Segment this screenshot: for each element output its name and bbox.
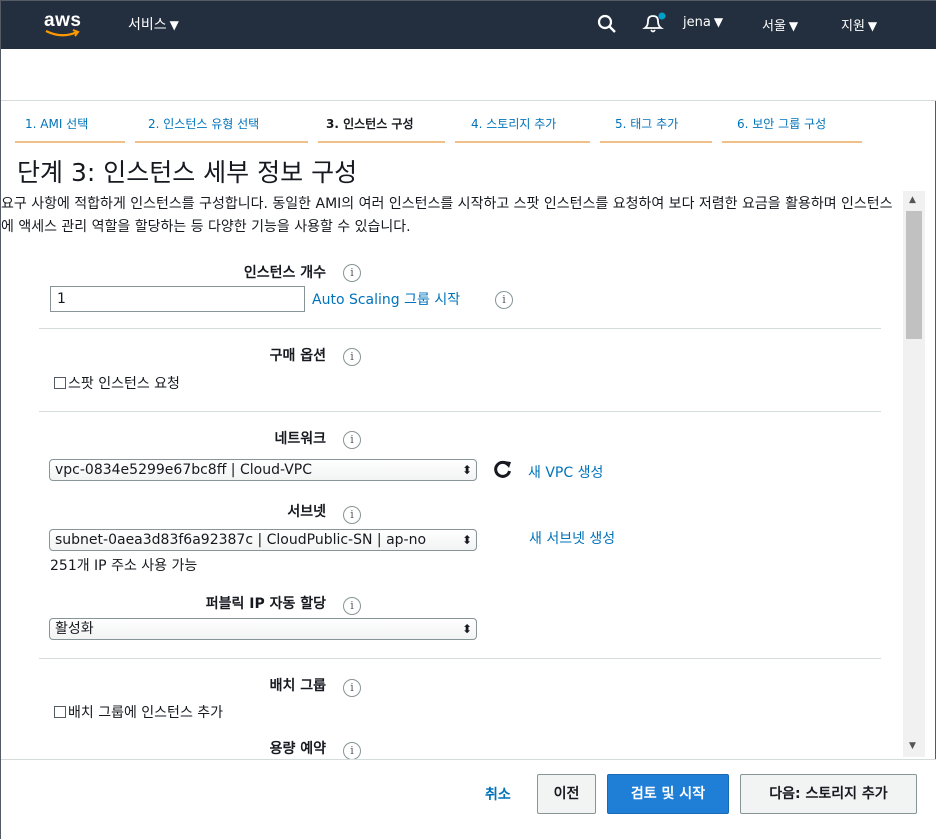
spot-instance-checkbox[interactable]: 스팟 인스턴스 요청 [54, 373, 180, 393]
chevron-down-icon: ▼ [867, 19, 878, 33]
chevron-down-icon: ▼ [788, 19, 799, 33]
cancel-button[interactable]: 취소 [485, 776, 511, 814]
step-instance-type[interactable]: 2. 인스턴스 유형 선택 [148, 115, 259, 132]
region-menu[interactable]: 서울 ▼ [762, 15, 798, 34]
region-name: 서울 [762, 19, 786, 34]
review-and-launch-button[interactable]: 검토 및 시작 [607, 774, 729, 814]
services-menu[interactable]: 서비스 ▼ [128, 14, 179, 34]
refresh-icon[interactable] [493, 459, 513, 479]
services-label: 서비스 [128, 17, 167, 33]
aws-smile-icon [45, 29, 80, 37]
scroll-up-icon[interactable]: ▲ [909, 195, 916, 205]
info-icon[interactable]: i [343, 431, 361, 449]
info-icon[interactable]: i [343, 742, 361, 760]
form-scroll-area: 인스턴스 개수 i 1 Auto Scaling 그룹 시작 i 구매 옵션 i… [1, 251, 901, 761]
aws-logo[interactable]: aws [44, 10, 90, 40]
step-underline [135, 141, 308, 143]
subheader-bar [1, 49, 936, 101]
select-arrows-icon: ⬍ [461, 622, 472, 636]
checkbox[interactable] [54, 706, 66, 718]
chevron-down-icon: ▼ [169, 18, 179, 32]
spot-instance-label: 스팟 인스턴스 요청 [68, 376, 180, 392]
divider [39, 411, 881, 412]
step-underline [318, 141, 445, 143]
placement-group-label: 배치 그룹 [269, 678, 326, 694]
page-description: 요구 사항에 적합하게 인스턴스를 구성합니다. 동일한 AMI의 여러 인스턴… [1, 196, 893, 235]
step-underline [455, 141, 590, 143]
subnet-label: 서브넷 [287, 504, 326, 520]
network-label: 네트워크 [274, 431, 326, 447]
page-title: 단계 3: 인스턴스 세부 정보 구성 [17, 158, 358, 187]
instance-count-label: 인스턴스 개수 [243, 265, 326, 281]
create-subnet-link[interactable]: 새 서브넷 생성 [529, 528, 615, 548]
step-configure[interactable]: 3. 인스턴스 구성 [326, 115, 414, 132]
info-icon[interactable]: i [343, 264, 361, 282]
subnet-select[interactable]: subnet-0aea3d83f6a92387c | CloudPublic-S… [49, 529, 477, 551]
user-menu[interactable]: jena ▼ [683, 15, 723, 30]
step-storage[interactable]: 4. 스토리지 추가 [471, 115, 556, 132]
support-menu[interactable]: 지원 ▼ [841, 15, 877, 34]
subnet-select-value: subnet-0aea3d83f6a92387c | CloudPublic-S… [55, 532, 427, 548]
public-ip-select[interactable]: 활성화 ⬍ [49, 618, 477, 640]
capacity-reservation-label: 용량 예약 [269, 741, 326, 757]
step-underline [722, 141, 862, 143]
support-label: 지원 [841, 19, 865, 34]
scrollbar-thumb[interactable] [906, 211, 922, 339]
placement-group-checkbox-label: 배치 그룹에 인스턴스 추가 [68, 705, 224, 721]
instance-count-input[interactable]: 1 [50, 286, 305, 312]
info-icon[interactable]: i [495, 291, 513, 309]
checkbox[interactable] [54, 377, 66, 389]
bell-icon[interactable] [641, 11, 667, 35]
wizard-footer: 취소 이전 검토 및 시작 다음: 스토리지 추가 [1, 759, 936, 839]
step-tags[interactable]: 5. 태그 추가 [615, 115, 678, 132]
step-ami[interactable]: 1. AMI 선택 [25, 115, 88, 132]
scroll-down-icon[interactable]: ▼ [909, 741, 916, 751]
purchase-option-label: 구매 옵션 [269, 348, 326, 364]
select-arrows-icon: ⬍ [461, 533, 472, 547]
user-name: jena [683, 15, 711, 30]
public-ip-select-value: 활성화 [55, 621, 94, 637]
previous-button[interactable]: 이전 [537, 774, 596, 814]
divider [39, 658, 881, 659]
info-icon[interactable]: i [343, 506, 361, 524]
select-arrows-icon: ⬍ [461, 463, 472, 477]
step-underline [15, 141, 125, 143]
subnet-available-ips: 251개 IP 주소 사용 가능 [50, 558, 198, 574]
placement-group-checkbox[interactable]: 배치 그룹에 인스턴스 추가 [54, 702, 223, 722]
chevron-down-icon: ▼ [713, 15, 724, 29]
auto-scaling-link[interactable]: Auto Scaling 그룹 시작 [312, 289, 460, 309]
search-icon[interactable] [597, 14, 617, 34]
step-security-group[interactable]: 6. 보안 그룹 구성 [737, 115, 826, 132]
next-add-storage-button[interactable]: 다음: 스토리지 추가 [740, 774, 917, 814]
step-underline [600, 141, 712, 143]
top-navigation-bar: aws 서비스 ▼ jena ▼ 서울 ▼ 지원 ▼ [1, 1, 936, 49]
network-select-value: vpc-0834e5299e67bc8ff | Cloud-VPC [55, 462, 312, 478]
public-ip-label: 퍼블릭 IP 자동 할당 [205, 596, 326, 612]
network-select[interactable]: vpc-0834e5299e67bc8ff | Cloud-VPC ⬍ [49, 459, 477, 481]
create-vpc-link[interactable]: 새 VPC 생성 [528, 462, 603, 482]
divider [39, 328, 881, 329]
info-icon[interactable]: i [343, 348, 361, 366]
info-icon[interactable]: i [343, 679, 361, 697]
vertical-scrollbar[interactable]: ▲ ▼ [903, 191, 925, 757]
info-icon[interactable]: i [343, 597, 361, 615]
